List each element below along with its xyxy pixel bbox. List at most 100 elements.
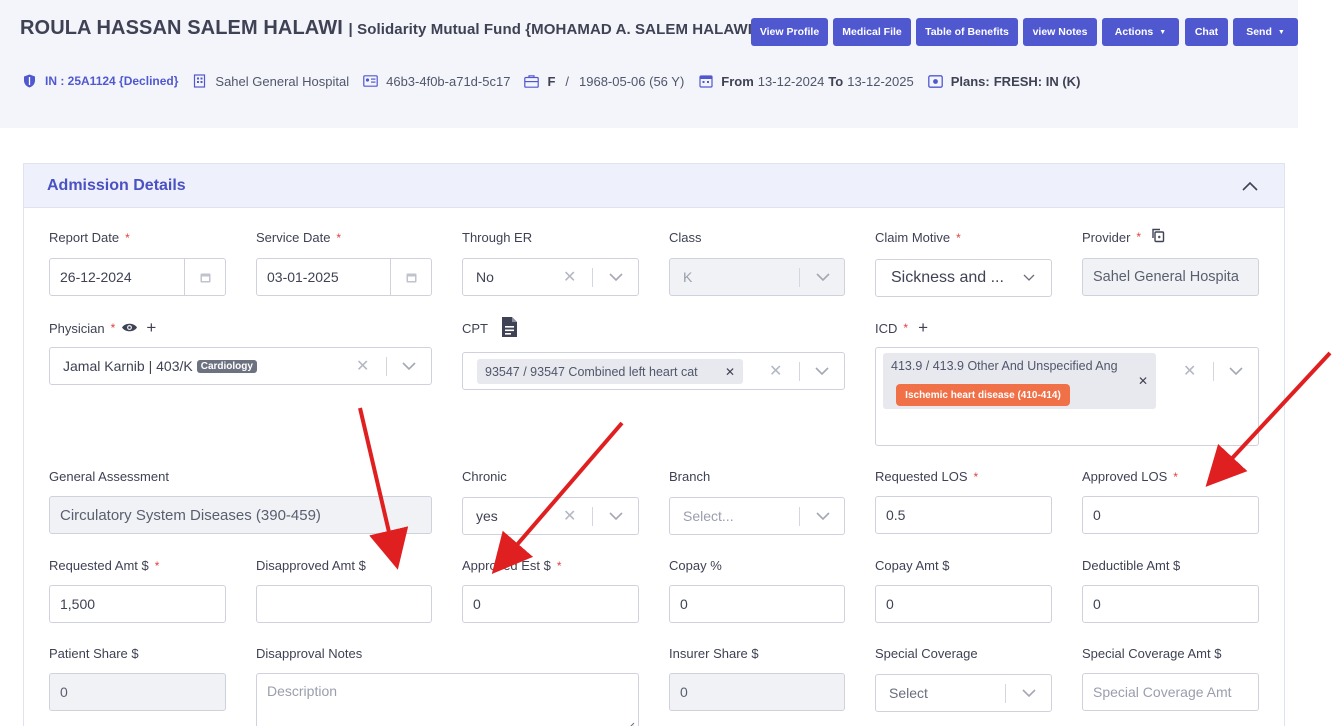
id-card-icon [363, 74, 378, 89]
chevron-up-icon[interactable] [1240, 177, 1260, 195]
clear-icon[interactable]: ✕ [563, 506, 576, 526]
special-coverage-amt-label: Special Coverage Amt $ [1082, 646, 1222, 661]
section-header[interactable]: Admission Details [24, 164, 1284, 208]
actions-label: Actions [1114, 26, 1154, 38]
plans-value: FRESH: IN (K) [993, 73, 1081, 89]
chat-button[interactable]: Chat [1185, 18, 1228, 46]
branch-select[interactable]: Select... [669, 497, 845, 535]
disapproved-amt-label: Disapproved Amt $ [256, 558, 366, 573]
calendar-icon[interactable] [390, 259, 431, 295]
chevron-down-icon [815, 269, 831, 285]
plans-label: Plans: [950, 73, 990, 89]
through-er-label: Through ER [462, 230, 533, 245]
specialty-badge: Cardiology [196, 359, 257, 373]
disapproval-notes-label: Disapproval Notes [256, 646, 363, 661]
icd-select[interactable]: 413.9 / 413.9 Other And Unspecified Ang … [875, 347, 1259, 446]
class-select: K [669, 258, 845, 296]
actions-dropdown-button[interactable]: Actions ▼ [1102, 18, 1179, 46]
clear-icon[interactable]: ✕ [769, 361, 782, 381]
requested-amt-label: Requested Amt $ * [49, 558, 160, 573]
resize-handle-icon[interactable] [627, 717, 635, 726]
chevron-down-icon[interactable] [608, 269, 624, 285]
plan-icon [927, 74, 943, 89]
physician-select[interactable]: Jamal Karnib | 403/K Cardiology ✕ [49, 347, 432, 385]
dob-age: 1968-05-06 (56 Y) [579, 73, 685, 89]
claim-motive-label: Claim Motive * [875, 230, 961, 245]
hospital-name: Sahel General Hospital [215, 73, 350, 89]
card-id: 46b3-4f0b-a71d-5c17 [386, 73, 511, 89]
calendar-icon[interactable] [184, 259, 225, 295]
class-label: Class [669, 230, 702, 245]
clear-icon[interactable]: ✕ [356, 356, 369, 376]
deductible-amt-label: Deductible Amt $ [1082, 558, 1181, 573]
requested-los-input[interactable]: 0.5 [875, 496, 1052, 534]
service-date-input[interactable]: 03-01-2025 [256, 258, 432, 296]
chevron-down-icon[interactable] [1021, 685, 1037, 701]
remove-chip-icon[interactable]: ✕ [1138, 374, 1148, 388]
view-notes-button[interactable]: view Notes [1023, 18, 1097, 46]
document-icon[interactable] [500, 316, 518, 341]
patient-title: ROULA HASSAN SALEM HALAWI | Solidarity M… [20, 17, 758, 40]
in-status: IN : 25A1124 {Declined} [45, 74, 179, 88]
chevron-down-icon: ▼ [1277, 28, 1285, 36]
patient-info-row: IN : 25A1124 {Declined} Sahel General Ho… [22, 72, 1094, 90]
gender-icon [524, 74, 540, 89]
approved-est-label: Approved Est $ * [462, 558, 562, 573]
icd-category-tag: Ischemic heart disease (410-414) [896, 384, 1070, 406]
chevron-down-icon[interactable] [1022, 269, 1036, 287]
insurer-share-input: 0 [669, 673, 845, 711]
deductible-amt-input[interactable]: 0 [1082, 585, 1259, 623]
view-profile-button[interactable]: View Profile [751, 18, 828, 46]
chevron-down-icon[interactable] [608, 508, 624, 524]
chronic-select[interactable]: yes ✕ [462, 497, 639, 535]
patient-share-input: 0 [49, 673, 226, 711]
medical-file-button[interactable]: Medical File [833, 18, 911, 46]
approved-los-input[interactable]: 0 [1082, 496, 1259, 534]
icd-label: ICD * + [875, 318, 928, 338]
chevron-down-icon[interactable] [1228, 363, 1244, 379]
from-date: 13-12-2024 [757, 73, 825, 89]
separator: / [565, 73, 570, 89]
physician-label: Physician * + [49, 318, 157, 338]
patient-share-label: Patient Share $ [49, 646, 139, 661]
copay-pct-label: Copay % [669, 558, 722, 573]
to-date: 13-12-2025 [847, 73, 914, 89]
eye-icon[interactable] [121, 321, 138, 336]
gender: F [547, 73, 556, 89]
copy-icon[interactable] [1151, 228, 1165, 246]
report-date-input[interactable]: 26-12-2024 [49, 258, 226, 296]
cpt-chip: 93547 / 93547 Combined left heart cat ✕ [477, 359, 743, 384]
add-icon[interactable]: + [918, 318, 928, 338]
special-coverage-select[interactable]: Select [875, 674, 1052, 712]
copay-pct-input[interactable]: 0 [669, 585, 845, 623]
clear-icon[interactable]: ✕ [1183, 361, 1196, 381]
general-assessment-label: General Assessment [49, 469, 169, 484]
table-of-benefits-button[interactable]: Table of Benefits [916, 18, 1018, 46]
approved-est-input[interactable]: 0 [462, 585, 639, 623]
through-er-select[interactable]: No ✕ [462, 258, 639, 296]
disapproval-notes-textarea[interactable]: Description [256, 673, 639, 726]
requested-los-label: Requested LOS * [875, 469, 979, 484]
special-coverage-amt-input[interactable]: Special Coverage Amt [1082, 673, 1259, 711]
chronic-label: Chronic [462, 469, 507, 484]
shield-icon [22, 74, 37, 89]
copay-amt-input[interactable]: 0 [875, 585, 1052, 623]
send-dropdown-button[interactable]: Send ▼ [1233, 18, 1298, 46]
general-assessment-input: Circulatory System Diseases (390-459) [49, 496, 432, 534]
clear-icon[interactable]: ✕ [563, 267, 576, 287]
chevron-down-icon[interactable] [815, 508, 831, 524]
provider-input: Sahel General Hospita [1082, 258, 1259, 296]
from-label: From [721, 73, 754, 89]
remove-chip-icon[interactable]: ✕ [725, 365, 735, 379]
requested-amt-input[interactable]: 1,500 [49, 585, 226, 623]
section-title: Admission Details [47, 177, 186, 194]
chevron-down-icon[interactable] [401, 358, 417, 374]
disapproved-amt-input[interactable] [256, 585, 432, 623]
report-date-label: Report Date * [49, 230, 130, 245]
add-icon[interactable]: + [146, 318, 156, 338]
patient-name: ROULA HASSAN SALEM HALAWI [20, 17, 343, 39]
chevron-down-icon[interactable] [814, 363, 830, 379]
claim-motive-select[interactable]: Sickness and ... [875, 259, 1052, 297]
cpt-select[interactable]: 93547 / 93547 Combined left heart cat ✕ … [462, 352, 845, 390]
calendar-icon [698, 74, 713, 89]
